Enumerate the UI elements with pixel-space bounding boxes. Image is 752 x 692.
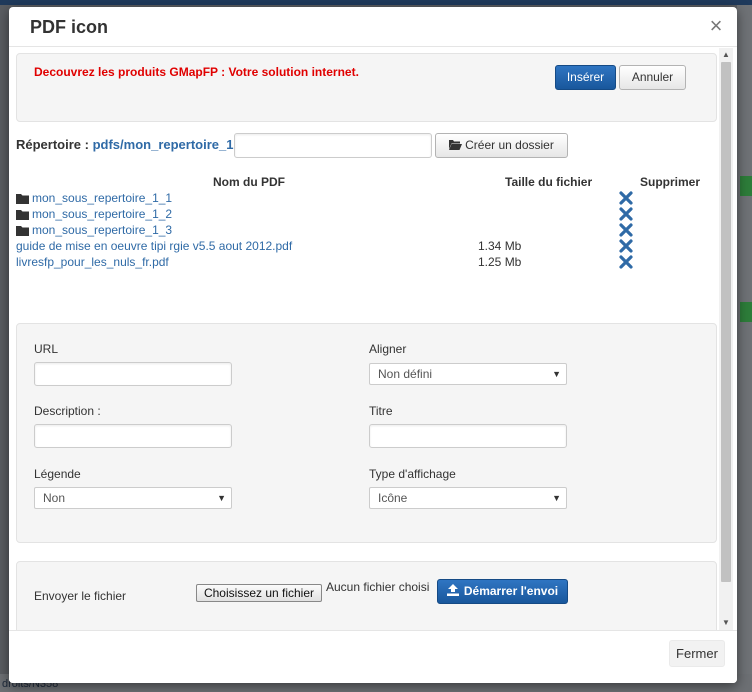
modal-scrollbar[interactable]: ▲ ▼	[719, 48, 733, 630]
background-green-badge	[740, 176, 752, 196]
align-label: Aligner	[369, 342, 407, 356]
create-folder-button[interactable]: Créer un dossier	[435, 133, 568, 158]
delete-icon[interactable]	[619, 255, 633, 269]
modal-header: PDF icon ×	[9, 7, 737, 47]
display-type-select-value: Icône	[378, 491, 408, 505]
description-input[interactable]	[34, 424, 232, 448]
scroll-thumb[interactable]	[721, 62, 731, 582]
delete-icon[interactable]	[619, 223, 633, 237]
title-label: Titre	[369, 404, 393, 418]
caret-down-icon: ▼	[217, 493, 226, 503]
scroll-up-icon[interactable]: ▲	[719, 48, 733, 62]
folder-link[interactable]: mon_sous_repertoire_1_1	[32, 191, 172, 205]
folder-open-icon	[449, 140, 463, 150]
delete-icon[interactable]	[619, 207, 633, 221]
display-type-select[interactable]: Icône ▼	[369, 487, 567, 509]
title-input[interactable]	[369, 424, 567, 448]
directory-label-text: Répertoire :	[16, 137, 89, 152]
directory-label: Répertoire : pdfs/mon_repertoire_1	[16, 137, 233, 152]
column-header-size: Taille du fichier	[505, 175, 593, 189]
folder-link[interactable]: mon_sous_repertoire_1_3	[32, 223, 172, 237]
modal-footer: Fermer	[9, 630, 737, 683]
directory-path[interactable]: pdfs/mon_repertoire_1	[93, 137, 234, 152]
legend-select-value: Non	[43, 491, 66, 505]
delete-icon[interactable]	[619, 239, 633, 253]
table-row: mon_sous_repertoire_1_1	[16, 191, 716, 207]
close-icon[interactable]: ×	[707, 15, 725, 37]
caret-down-icon: ▼	[552, 493, 561, 503]
legend-label: Légende	[34, 467, 81, 481]
file-size: 1.25 Mb	[478, 255, 522, 269]
close-button[interactable]: Fermer	[669, 640, 725, 667]
url-input[interactable]	[34, 362, 232, 386]
description-label: Description :	[34, 404, 101, 418]
pdf-icon-modal: PDF icon × Decouvrez les produits GMapFP…	[9, 7, 737, 683]
folder-icon	[16, 226, 29, 236]
start-upload-button[interactable]: Démarrer l'envoi	[437, 579, 568, 604]
table-row: guide de mise en oeuvre tipi rgie v5.5 a…	[16, 239, 716, 255]
start-upload-label: Démarrer l'envoi	[463, 584, 559, 598]
table-row: livresfp_pour_les_nuls_fr.pdf 1.25 Mb	[16, 255, 716, 271]
create-folder-label: Créer un dossier	[465, 138, 554, 152]
legend-select[interactable]: Non ▼	[34, 487, 232, 509]
folder-icon	[16, 210, 29, 220]
pdf-file-link[interactable]: livresfp_pour_les_nuls_fr.pdf	[16, 255, 169, 269]
caret-down-icon: ▼	[552, 369, 561, 379]
scroll-down-icon[interactable]: ▼	[719, 616, 733, 630]
file-size: 1.34 Mb	[478, 239, 522, 253]
column-header-name: Nom du PDF	[213, 175, 285, 189]
delete-icon[interactable]	[619, 191, 633, 205]
upload-icon	[446, 584, 459, 596]
modal-title: PDF icon	[30, 17, 109, 37]
cancel-button[interactable]: Annuler	[619, 65, 686, 90]
background-topbar	[0, 0, 752, 5]
insert-button[interactable]: Insérer	[555, 65, 616, 90]
upload-label: Envoyer le fichier	[34, 589, 127, 603]
align-select[interactable]: Non défini ▼	[369, 363, 567, 385]
modal-body: Decouvrez les produits GMapFP : Votre so…	[9, 47, 737, 630]
folder-link[interactable]: mon_sous_repertoire_1_2	[32, 207, 172, 221]
background-page-edge	[737, 5, 752, 692]
choose-file-button[interactable]: Choisissez un fichier	[196, 584, 322, 602]
align-select-value: Non défini	[378, 367, 433, 381]
no-file-text: Aucun fichier choisi	[326, 580, 430, 594]
table-row: mon_sous_repertoire_1_2	[16, 207, 716, 223]
url-label: URL	[34, 342, 59, 356]
display-type-label: Type d'affichage	[369, 467, 456, 481]
background-green-badge	[740, 302, 752, 322]
pdf-file-link[interactable]: guide de mise en oeuvre tipi rgie v5.5 a…	[16, 239, 292, 253]
folder-name-input[interactable]	[234, 133, 432, 158]
column-header-delete: Supprimer	[640, 175, 701, 189]
folder-icon	[16, 194, 29, 204]
promo-text: Decouvrez les produits GMapFP : Votre so…	[34, 65, 359, 79]
table-row: mon_sous_repertoire_1_3	[16, 223, 716, 239]
